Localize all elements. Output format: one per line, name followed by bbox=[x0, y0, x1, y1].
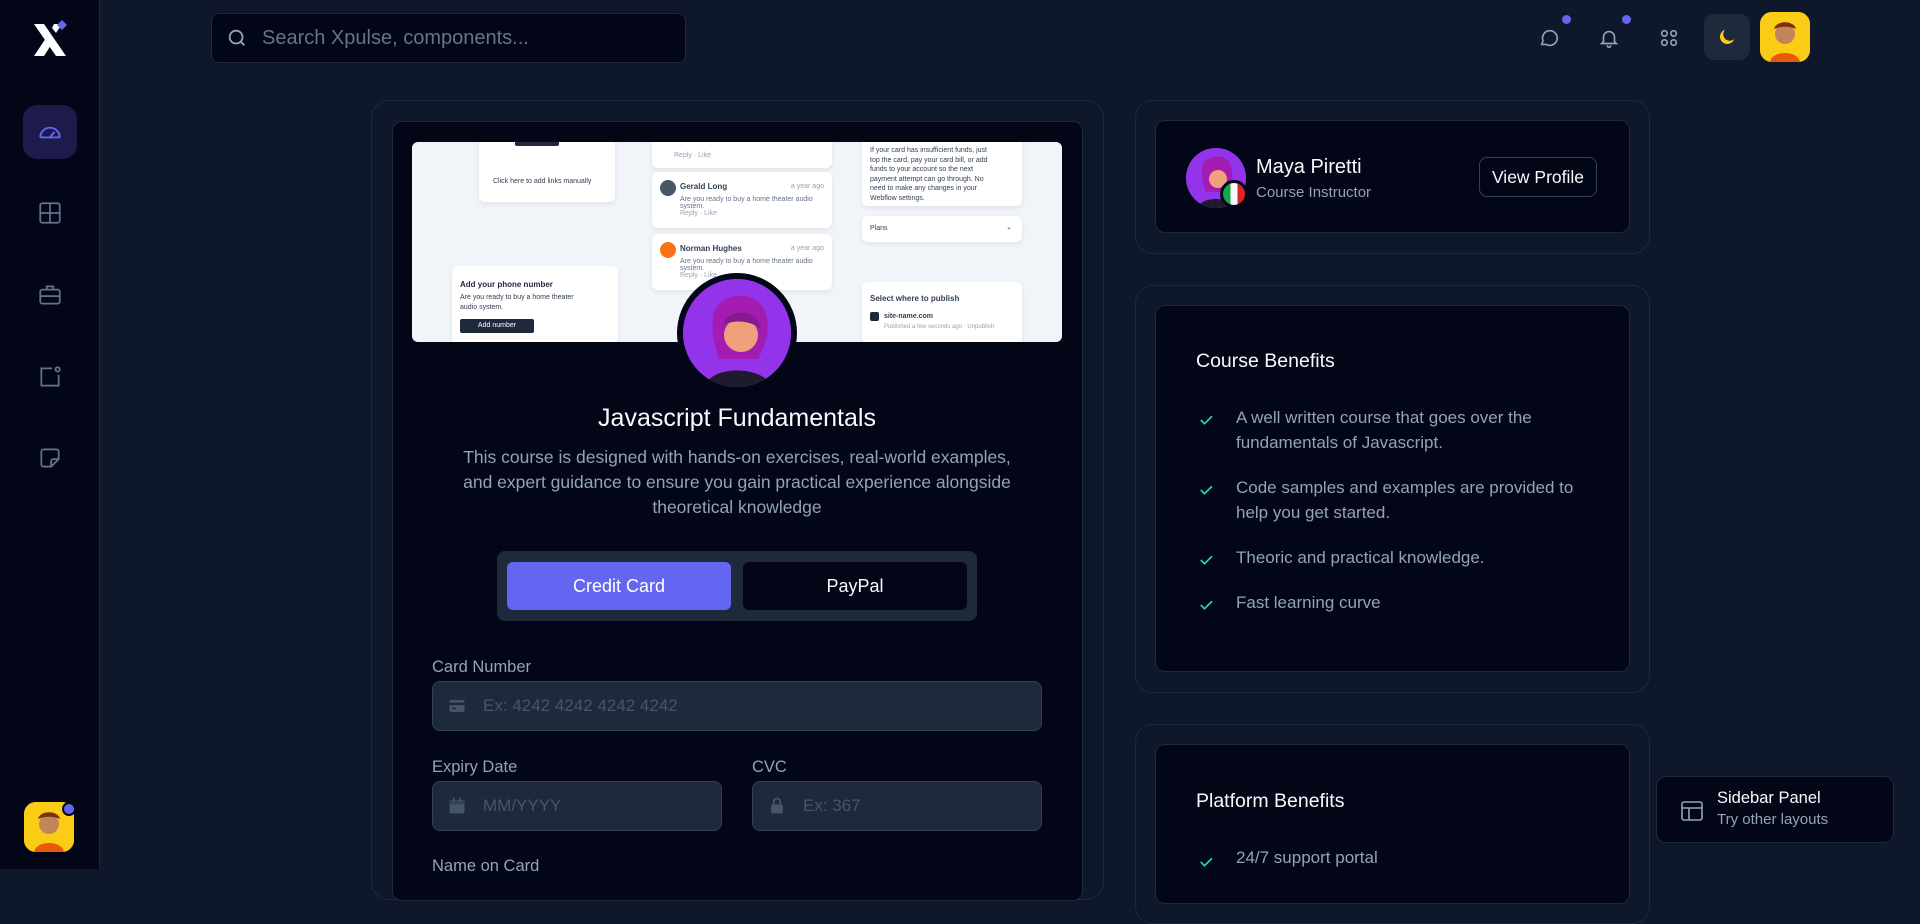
sidebar bbox=[0, 0, 100, 869]
sidebar-panel-title: Sidebar Panel bbox=[1717, 789, 1821, 807]
cvc-field[interactable] bbox=[752, 781, 1042, 831]
briefcase-icon bbox=[39, 285, 61, 305]
instructor-name: Maya Piretti bbox=[1256, 156, 1362, 178]
banner-text: Published a few seconds ago · Unpublish bbox=[884, 324, 995, 330]
platform-benefits-title: Platform Benefits bbox=[1196, 790, 1345, 812]
calendar-icon bbox=[449, 797, 465, 814]
card-number-field[interactable] bbox=[432, 681, 1042, 731]
banner-text: Norman Hughes bbox=[680, 244, 742, 253]
card-number-label: Card Number bbox=[432, 658, 532, 676]
course-avatar bbox=[677, 273, 797, 393]
banner-text: If your card has insufficient funds, jus… bbox=[870, 147, 988, 202]
user-avatar[interactable] bbox=[1760, 12, 1810, 62]
check-icon bbox=[1200, 555, 1213, 565]
sidebar-item-briefcase[interactable] bbox=[23, 268, 77, 322]
benefit-item: 24/7 support portal bbox=[1236, 848, 1378, 867]
banner-text: Reply · Like bbox=[674, 152, 711, 159]
lock-icon bbox=[771, 797, 783, 814]
sidebar-item-notifications[interactable] bbox=[23, 350, 77, 404]
layout-icon bbox=[1681, 801, 1703, 821]
banner-text: a year ago bbox=[790, 183, 824, 190]
expiry-date-label: Expiry Date bbox=[432, 758, 518, 776]
cvc-input[interactable] bbox=[803, 796, 1023, 816]
check-icon bbox=[1200, 485, 1213, 495]
course-description: This course is designed with hands-on ex… bbox=[463, 447, 1011, 517]
banner-text: Add number bbox=[460, 319, 534, 333]
moon-icon bbox=[1719, 29, 1735, 45]
sidebar-item-dashboard[interactable] bbox=[23, 105, 77, 159]
expiry-date-field[interactable] bbox=[432, 781, 722, 831]
banner-text: Plans bbox=[870, 225, 888, 232]
banner-text: Are you ready to buy a home theater audi… bbox=[680, 258, 813, 272]
search-bar[interactable] bbox=[211, 13, 686, 63]
banner-text: Are you ready to buy a home theater audi… bbox=[680, 196, 813, 210]
tab-credit-card[interactable]: Credit Card bbox=[507, 562, 731, 610]
bell-icon bbox=[1599, 30, 1619, 48]
gauge-icon bbox=[39, 126, 61, 139]
payment-method-tabs: Credit Card PayPal bbox=[497, 551, 977, 621]
notifications-badge bbox=[1622, 15, 1631, 24]
sidebar-panel-button[interactable]: Sidebar Panel Try other layouts bbox=[1656, 776, 1894, 843]
course-benefits-title: Course Benefits bbox=[1196, 350, 1335, 372]
sidebar-item-layouts[interactable] bbox=[23, 186, 77, 240]
italy-flag-icon bbox=[1220, 180, 1248, 208]
notifications-button[interactable] bbox=[1593, 22, 1625, 54]
chat-bubble-icon bbox=[1540, 29, 1559, 47]
benefit-item: Fast learning curve bbox=[1236, 593, 1381, 612]
status-dot bbox=[62, 802, 76, 816]
benefit-item: A well written course that goes over the… bbox=[1236, 408, 1532, 452]
grid-icon bbox=[39, 202, 61, 224]
benefit-item: Code samples and examples are provided t… bbox=[1236, 478, 1574, 522]
banner-text: Click here to add links manually bbox=[493, 178, 592, 185]
search-icon bbox=[228, 29, 245, 46]
banner-phone-card: Add your phone number Are you ready to b… bbox=[452, 266, 618, 342]
banner-text: site-name.com bbox=[884, 313, 934, 320]
banner-text: Add your phone number bbox=[460, 280, 553, 289]
sticky-note-icon bbox=[40, 448, 60, 468]
name-on-card-label: Name on Card bbox=[432, 857, 540, 875]
search-input[interactable] bbox=[262, 26, 662, 50]
apps-button[interactable] bbox=[1653, 22, 1685, 54]
sidebar-panel-subtitle: Try other layouts bbox=[1717, 811, 1829, 828]
banner-text: Select where to publish bbox=[870, 294, 960, 303]
banner-plans-select: Plans ⌄ bbox=[862, 216, 1022, 242]
theme-toggle-button[interactable] bbox=[1704, 14, 1750, 60]
check-icon bbox=[1200, 600, 1213, 610]
view-profile-button[interactable]: View Profile bbox=[1479, 157, 1597, 197]
tab-paypal[interactable]: PayPal bbox=[743, 562, 967, 610]
check-icon bbox=[1200, 415, 1213, 425]
banner-comment-1: Gerald Long a year ago Are you ready to … bbox=[652, 172, 832, 228]
xpulse-logo[interactable] bbox=[30, 20, 70, 60]
banner-comment-top: Reply · Like bbox=[652, 142, 832, 168]
check-icon bbox=[1200, 857, 1213, 867]
sidebar-item-notes[interactable] bbox=[23, 431, 77, 485]
platform-benefits-card bbox=[1155, 744, 1630, 904]
credit-card-icon bbox=[449, 700, 465, 712]
cvc-label: CVC bbox=[752, 758, 787, 776]
banner-text: Gerald Long bbox=[680, 182, 728, 191]
messages-button[interactable] bbox=[1533, 22, 1565, 54]
banner-text: Are you ready to buy a home theater audi… bbox=[460, 294, 574, 311]
instructor-role: Course Instructor bbox=[1256, 184, 1372, 201]
card-number-input[interactable] bbox=[483, 696, 883, 716]
apps-grid-icon bbox=[1660, 29, 1678, 47]
course-title: Javascript Fundamentals bbox=[598, 404, 876, 432]
benefit-item: Theoric and practical knowledge. bbox=[1236, 548, 1485, 567]
banner-links-card: Click here to add links manually bbox=[479, 142, 615, 202]
banner-funds-card: If your card has insufficient funds, jus… bbox=[862, 142, 1022, 206]
banner-text: a year ago bbox=[790, 245, 824, 252]
banner-text: Reply · Like bbox=[680, 210, 717, 217]
messages-badge bbox=[1562, 15, 1571, 24]
banner-publish-card: Select where to publish site-name.com Pu… bbox=[862, 282, 1022, 342]
expiry-date-input[interactable] bbox=[483, 796, 703, 816]
notification-square-icon bbox=[40, 366, 61, 387]
